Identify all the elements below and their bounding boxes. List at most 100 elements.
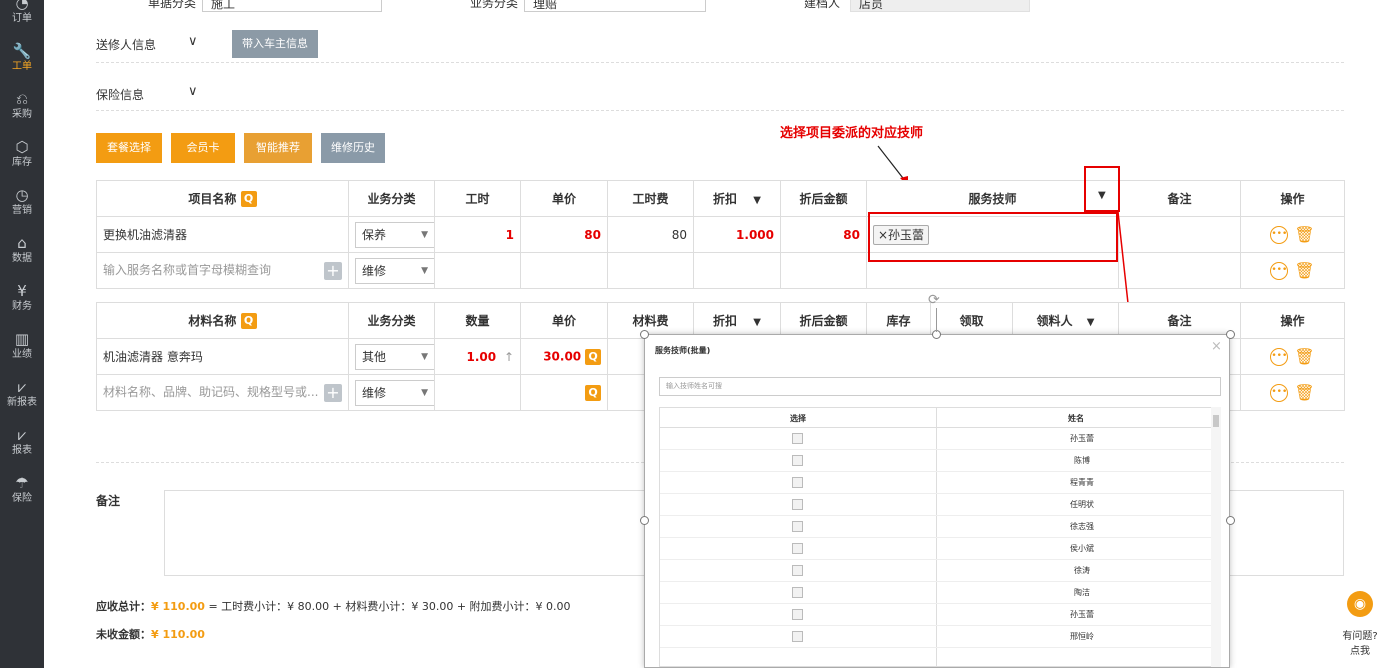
amount-cell[interactable]: 80 bbox=[780, 216, 867, 253]
modal-title: 服务技师(批量) bbox=[655, 346, 711, 355]
technician-checkbox[interactable] bbox=[792, 565, 803, 576]
biz-type-label: 业务分类 bbox=[470, 0, 519, 10]
scrollbar[interactable] bbox=[1211, 407, 1221, 667]
discount-cell[interactable]: 1.000 bbox=[693, 216, 781, 253]
price-cell[interactable]: Q bbox=[520, 374, 608, 411]
technician-checkbox[interactable] bbox=[792, 455, 803, 466]
category-select[interactable]: 其他 ▼ bbox=[355, 343, 434, 370]
technician-name: 徐志强 bbox=[1070, 522, 1094, 531]
trash-icon[interactable]: 🗑 bbox=[1294, 261, 1314, 280]
trash-icon[interactable]: 🗑 bbox=[1294, 383, 1314, 402]
qty-cell[interactable]: 1.00 ↑ bbox=[434, 338, 521, 375]
highlight-box bbox=[1084, 166, 1120, 212]
doc-type-field[interactable]: 施工 bbox=[202, 0, 382, 12]
technician-checkbox[interactable] bbox=[792, 433, 803, 444]
technician-checkbox[interactable] bbox=[792, 609, 803, 620]
creator-value: 店员 bbox=[859, 0, 884, 11]
doc-type-value: 施工 bbox=[211, 0, 236, 11]
nav-label: 库存 bbox=[12, 157, 32, 168]
bring-owner-button[interactable]: 带入车主信息 bbox=[232, 30, 318, 58]
dropdown-arrow-icon[interactable]: ▼ bbox=[753, 195, 761, 206]
total-value: ¥ 110.00 bbox=[151, 600, 205, 613]
category-select[interactable]: 维修 ▼ bbox=[355, 257, 434, 284]
nav-label: 保险 bbox=[12, 493, 32, 504]
sender-chevron-icon[interactable]: ∨ bbox=[188, 34, 198, 49]
category-select[interactable]: 维修 ▼ bbox=[355, 379, 434, 406]
select-value: 保养 bbox=[362, 227, 387, 242]
price-cell[interactable]: 80 bbox=[520, 216, 608, 253]
service-input-cell[interactable]: 输入服务名称或首字母模糊查询 + bbox=[96, 252, 349, 289]
sender-section-label: 送修人信息 bbox=[96, 38, 157, 52]
hours-cell[interactable]: 1 bbox=[434, 216, 521, 253]
category-cell: 维修 ▼ bbox=[348, 252, 435, 289]
more-icon[interactable]: ••• bbox=[1270, 347, 1289, 366]
technician-checkbox[interactable] bbox=[792, 587, 803, 598]
more-icon[interactable]: ••• bbox=[1270, 261, 1289, 280]
yen-icon: ¥ bbox=[17, 282, 27, 300]
repair-history-button[interactable]: 维修历史 bbox=[321, 133, 385, 163]
total-detail: = 工时费小计：¥ 80.00 + 材料费小计：¥ 30.00 + 附加费小计：… bbox=[208, 600, 571, 613]
insurance-chevron-icon[interactable]: ∨ bbox=[188, 84, 198, 99]
technician-name: 邢恒岭 bbox=[1070, 632, 1094, 641]
close-icon[interactable]: × bbox=[1211, 339, 1222, 354]
technician-name: 陶洁 bbox=[1074, 588, 1090, 597]
arrow-up-icon[interactable]: ↑ bbox=[504, 350, 514, 364]
biz-type-field[interactable]: 理赔 bbox=[524, 0, 706, 12]
technician-checkbox[interactable] bbox=[792, 631, 803, 642]
resize-handle[interactable] bbox=[640, 516, 649, 525]
rotate-handle-icon[interactable]: ⟳ bbox=[928, 292, 940, 308]
megaphone-icon: ◷ bbox=[15, 186, 29, 204]
header-label: 材料名称 bbox=[188, 313, 237, 328]
add-icon[interactable]: + bbox=[324, 384, 342, 402]
search-icon[interactable]: Q bbox=[240, 313, 257, 330]
smart-recommend-button[interactable]: 智能推荐 bbox=[244, 133, 312, 163]
more-icon[interactable]: ••• bbox=[1270, 383, 1289, 402]
search-icon[interactable]: Q bbox=[585, 348, 601, 365]
package-select-button[interactable]: 套餐选择 bbox=[96, 133, 162, 163]
technician-search-input[interactable]: 输入技师姓名可搜 bbox=[659, 377, 1221, 396]
technician-dropdown-icon[interactable]: ▼ bbox=[1098, 190, 1106, 201]
technician-checkbox[interactable] bbox=[792, 477, 803, 488]
col-material-name: 材料名称 Q bbox=[96, 302, 349, 339]
nav-item-10[interactable]: ☂ 保险 bbox=[0, 468, 44, 524]
help-text-2: 点我 bbox=[1350, 646, 1370, 657]
cart-icon: ⎌ bbox=[15, 90, 28, 108]
search-icon[interactable]: Q bbox=[585, 384, 601, 401]
technician-checkbox[interactable] bbox=[792, 499, 803, 510]
list-header: 选择 姓名 bbox=[660, 408, 1212, 666]
help-icon[interactable]: ◉ bbox=[1347, 591, 1373, 617]
resize-handle[interactable] bbox=[1226, 330, 1235, 339]
doc-type-label: 单据分类 bbox=[148, 0, 197, 10]
trash-icon[interactable]: 🗑 bbox=[1294, 225, 1314, 244]
rotate-connector bbox=[936, 308, 937, 332]
nav-label: 订单 bbox=[12, 13, 32, 24]
category-select[interactable]: 保养 ▼ bbox=[355, 221, 434, 248]
more-icon[interactable]: ••• bbox=[1270, 225, 1289, 244]
bar-chart-icon: ▥ bbox=[14, 330, 30, 348]
trash-icon[interactable]: 🗑 bbox=[1294, 347, 1314, 366]
col-price: 单价 bbox=[520, 302, 608, 339]
resize-handle[interactable] bbox=[640, 330, 649, 339]
service-name: 更换机油滤清器 bbox=[96, 216, 349, 253]
technician-checkbox[interactable] bbox=[792, 543, 803, 554]
add-icon[interactable]: + bbox=[324, 262, 342, 280]
material-input-placeholder: 材料名称、品牌、助记码、规格型号或... bbox=[103, 385, 319, 399]
wrench-icon: 🔧 bbox=[12, 42, 32, 60]
technician-checkbox[interactable] bbox=[792, 521, 803, 532]
list-item: 孙玉蕾 bbox=[660, 604, 1212, 626]
member-card-button[interactable]: 会员卡 bbox=[171, 133, 235, 163]
remark-label: 备注 bbox=[96, 494, 121, 508]
search-icon[interactable]: Q bbox=[240, 191, 257, 208]
col-discount[interactable]: 折扣 ▼ bbox=[693, 180, 781, 217]
help-widget[interactable]: ◉ 有问题? 点我 bbox=[1338, 585, 1382, 668]
dropdown-arrow-icon[interactable]: ▼ bbox=[1087, 317, 1095, 328]
col-hours: 工时 bbox=[434, 180, 521, 217]
scrollbar-thumb[interactable] bbox=[1213, 415, 1219, 427]
header-label: 项目名称 bbox=[188, 191, 237, 206]
search-placeholder: 输入技师姓名可搜 bbox=[666, 382, 722, 390]
price-cell[interactable]: 30.00 Q bbox=[520, 338, 608, 375]
technician-name: 程青青 bbox=[1070, 478, 1094, 487]
material-input-cell[interactable]: 材料名称、品牌、助记码、规格型号或... + bbox=[96, 374, 349, 411]
dropdown-arrow-icon[interactable]: ▼ bbox=[753, 317, 761, 328]
resize-handle[interactable] bbox=[1226, 516, 1235, 525]
